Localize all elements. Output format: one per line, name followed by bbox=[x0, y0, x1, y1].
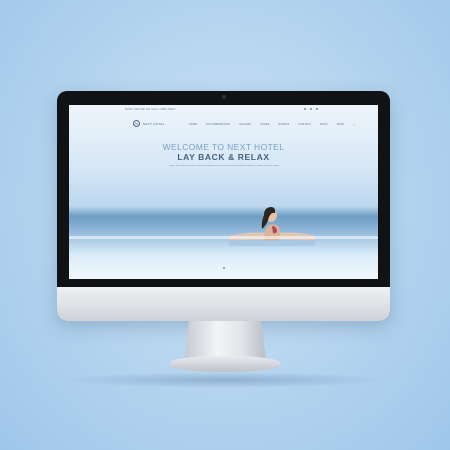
nav-item-events[interactable]: EVENTS bbox=[279, 123, 290, 127]
brand-mark-icon: N bbox=[133, 120, 140, 127]
topbar-contact-text: BOOK ONLINE OR CALL 1-800-NEXT bbox=[125, 108, 176, 111]
main-nav: HOME ACCOMMODATION GALLERY PAGES EVENTS … bbox=[189, 123, 355, 127]
nav-item-shop[interactable]: SHOP bbox=[337, 123, 345, 127]
slider-dot[interactable] bbox=[227, 267, 230, 269]
nav-item-home[interactable]: HOME bbox=[189, 123, 197, 127]
search-icon[interactable]: ⌕ bbox=[353, 123, 355, 127]
nav-item-pages[interactable]: PAGES bbox=[261, 123, 270, 127]
website-navbar: N NEXT HOTEL HOME ACCOMMODATION GALLERY … bbox=[69, 117, 378, 131]
desk-shadow bbox=[60, 372, 390, 388]
slider-dot-active[interactable] bbox=[222, 267, 225, 269]
instagram-icon[interactable] bbox=[316, 108, 318, 110]
hero-subtitle: LAY BACK & RELAX bbox=[177, 152, 270, 162]
nav-item-accommodation[interactable]: ACCOMMODATION bbox=[206, 123, 230, 127]
website-topbar: BOOK ONLINE OR CALL 1-800-NEXT bbox=[69, 105, 378, 115]
monitor-stand-base bbox=[170, 356, 280, 372]
nav-item-contact[interactable]: CONTACT bbox=[298, 123, 311, 127]
pool-edge bbox=[69, 236, 378, 239]
hero-description: Lorem ipsum dolor sit amet consectetur a… bbox=[168, 165, 280, 167]
slider-pagination bbox=[217, 267, 230, 269]
hero-title: WELCOME TO NEXT HOTEL bbox=[162, 142, 285, 152]
slider-dot[interactable] bbox=[217, 267, 220, 269]
monitor-stand-neck bbox=[184, 321, 266, 361]
imac-monitor: BOOK ONLINE OR CALL 1-800-NEXT N NEXT HO… bbox=[57, 91, 390, 321]
nav-item-gallery[interactable]: GALLERY bbox=[239, 123, 251, 127]
monitor-screen: BOOK ONLINE OR CALL 1-800-NEXT N NEXT HO… bbox=[69, 105, 378, 279]
twitter-icon[interactable] bbox=[310, 108, 312, 110]
social-links bbox=[304, 108, 318, 110]
facebook-icon[interactable] bbox=[304, 108, 306, 110]
camera-icon bbox=[221, 95, 226, 99]
monitor-chin bbox=[57, 287, 390, 321]
hero-woman-image bbox=[229, 207, 315, 246]
nav-item-blog[interactable]: BLOG bbox=[320, 123, 327, 127]
brand-name: NEXT HOTEL bbox=[143, 121, 165, 126]
brand-logo[interactable]: N NEXT HOTEL bbox=[133, 120, 165, 127]
